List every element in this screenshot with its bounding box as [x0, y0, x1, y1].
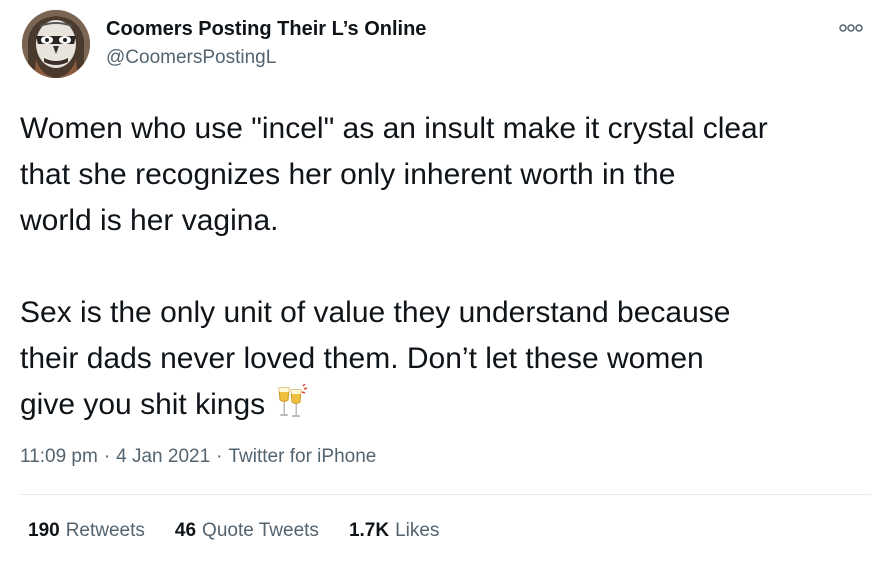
tweet-text: Women who use "incel" as an insult make …	[20, 106, 875, 434]
tweet-time[interactable]: 11:09 pm	[20, 446, 98, 467]
likes-count: 1.7K	[348, 520, 390, 541]
tweet-line-text: give you shit kings	[20, 388, 266, 421]
meta-separator: ·	[216, 446, 223, 467]
likes-stat[interactable]: 1.7K Likes	[349, 520, 440, 542]
meta-separator: ·	[103, 446, 111, 467]
more-dots-icon[interactable]	[836, 18, 866, 38]
quote-tweets-stat[interactable]: 46 Quote Tweets	[175, 520, 319, 542]
retweets-stat[interactable]: 190 Retweets	[28, 520, 145, 542]
author-handle[interactable]: @CoomersPostingL	[106, 47, 276, 69]
tweet-line-last: give you shit kings	[20, 382, 875, 434]
tweet-line: Sex is the only unit of value they under…	[20, 296, 731, 329]
tweet-source[interactable]: Twitter for iPhone	[229, 446, 377, 467]
tweet-date[interactable]: 4 Jan 2021	[116, 446, 210, 467]
tweet-line: that she recognizes her only inherent wo…	[20, 158, 676, 191]
tweet-stats: 190 Retweets 46 Quote Tweets 1.7K Likes	[28, 520, 439, 542]
tweet-card: Coomers Posting Their L’s Online @Coomer…	[0, 0, 881, 568]
quote-tweets-count: 46	[174, 520, 197, 541]
author-avatar[interactable]	[22, 10, 90, 78]
author-display-name[interactable]: Coomers Posting Their L’s Online	[106, 18, 426, 41]
divider	[20, 494, 871, 495]
clinking-glasses-emoji-icon	[273, 383, 309, 434]
tweet-line: Women who use "incel" as an insult make …	[20, 112, 768, 145]
retweets-count: 190	[28, 520, 60, 541]
quote-tweets-label: Quote Tweets	[202, 520, 319, 541]
tweet-line: their dads never loved them. Don’t let t…	[20, 342, 704, 375]
likes-label: Likes	[395, 520, 440, 541]
retweets-label: Retweets	[65, 520, 145, 541]
skull-face-avatar-icon	[22, 10, 90, 78]
tweet-line: world is her vagina.	[20, 204, 279, 237]
tweet-meta: 11:09 pm · 4 Jan 2021 · Twitter for iPhone	[20, 446, 376, 468]
